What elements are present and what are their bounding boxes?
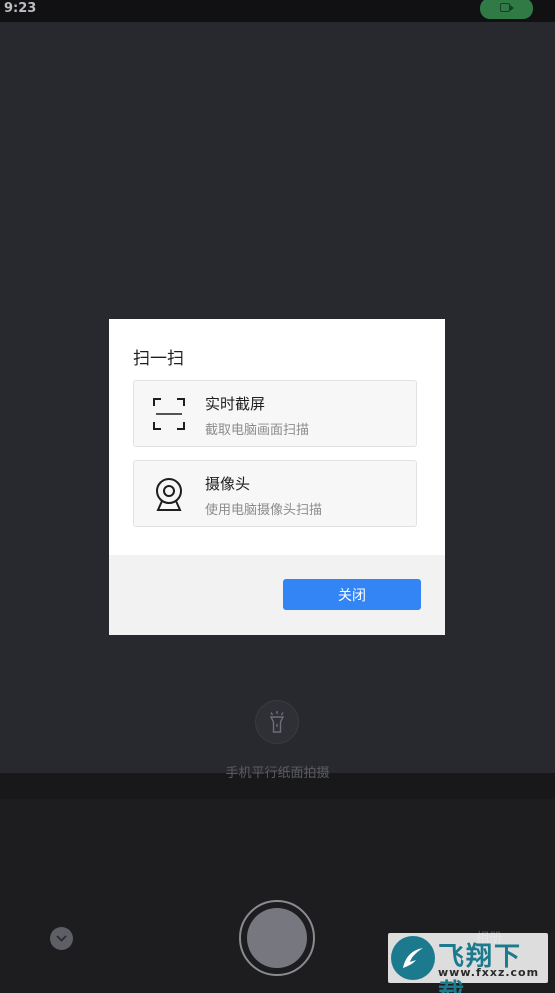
watermark-title: 飞翔下载 <box>438 942 523 993</box>
scan-dialog: 扫一扫 实时截屏 截取电脑画面扫描 摄像头 使用电脑摄像头扫描 关闭 <box>109 319 445 635</box>
dialog-title: 扫一扫 <box>133 349 184 369</box>
webcam-icon <box>156 478 182 511</box>
shooting-hint: 手机平行纸面拍摄 <box>225 766 330 781</box>
status-time: 9:23 <box>4 1 37 16</box>
option-subtitle: 使用电脑摄像头扫描 <box>205 503 323 518</box>
option-title: 实时截屏 <box>205 395 266 413</box>
flashlight-icon <box>269 711 285 733</box>
collapse-button[interactable] <box>50 927 73 950</box>
close-button[interactable]: 关闭 <box>283 579 421 610</box>
fx-logo-icon <box>403 948 423 968</box>
option-screen-capture[interactable]: 实时截屏 截取电脑画面扫描 <box>133 380 417 447</box>
shutter-core <box>247 908 307 968</box>
flashlight-button[interactable] <box>255 700 299 744</box>
option-webcam[interactable]: 摄像头 使用电脑摄像头扫描 <box>133 460 417 527</box>
option-title: 摄像头 <box>205 475 251 493</box>
video-camera-icon <box>500 3 514 12</box>
screen-record-pill[interactable] <box>480 0 533 19</box>
watermark-url: www.fxxz.com <box>438 966 540 979</box>
option-subtitle: 截取电脑画面扫描 <box>205 423 310 438</box>
dialog-footer: 关闭 <box>109 555 445 635</box>
chevron-down-icon <box>56 935 67 942</box>
site-watermark: 飞翔下载 www.fxxz.com <box>388 933 548 993</box>
camera-screen: 9:23 手机平行纸面拍摄 相册 扫一扫 <box>0 0 555 993</box>
watermark-logo <box>391 936 435 980</box>
screen-capture-frame-icon <box>153 398 185 430</box>
shutter-button[interactable] <box>239 900 315 976</box>
status-bar: 9:23 <box>0 0 555 22</box>
